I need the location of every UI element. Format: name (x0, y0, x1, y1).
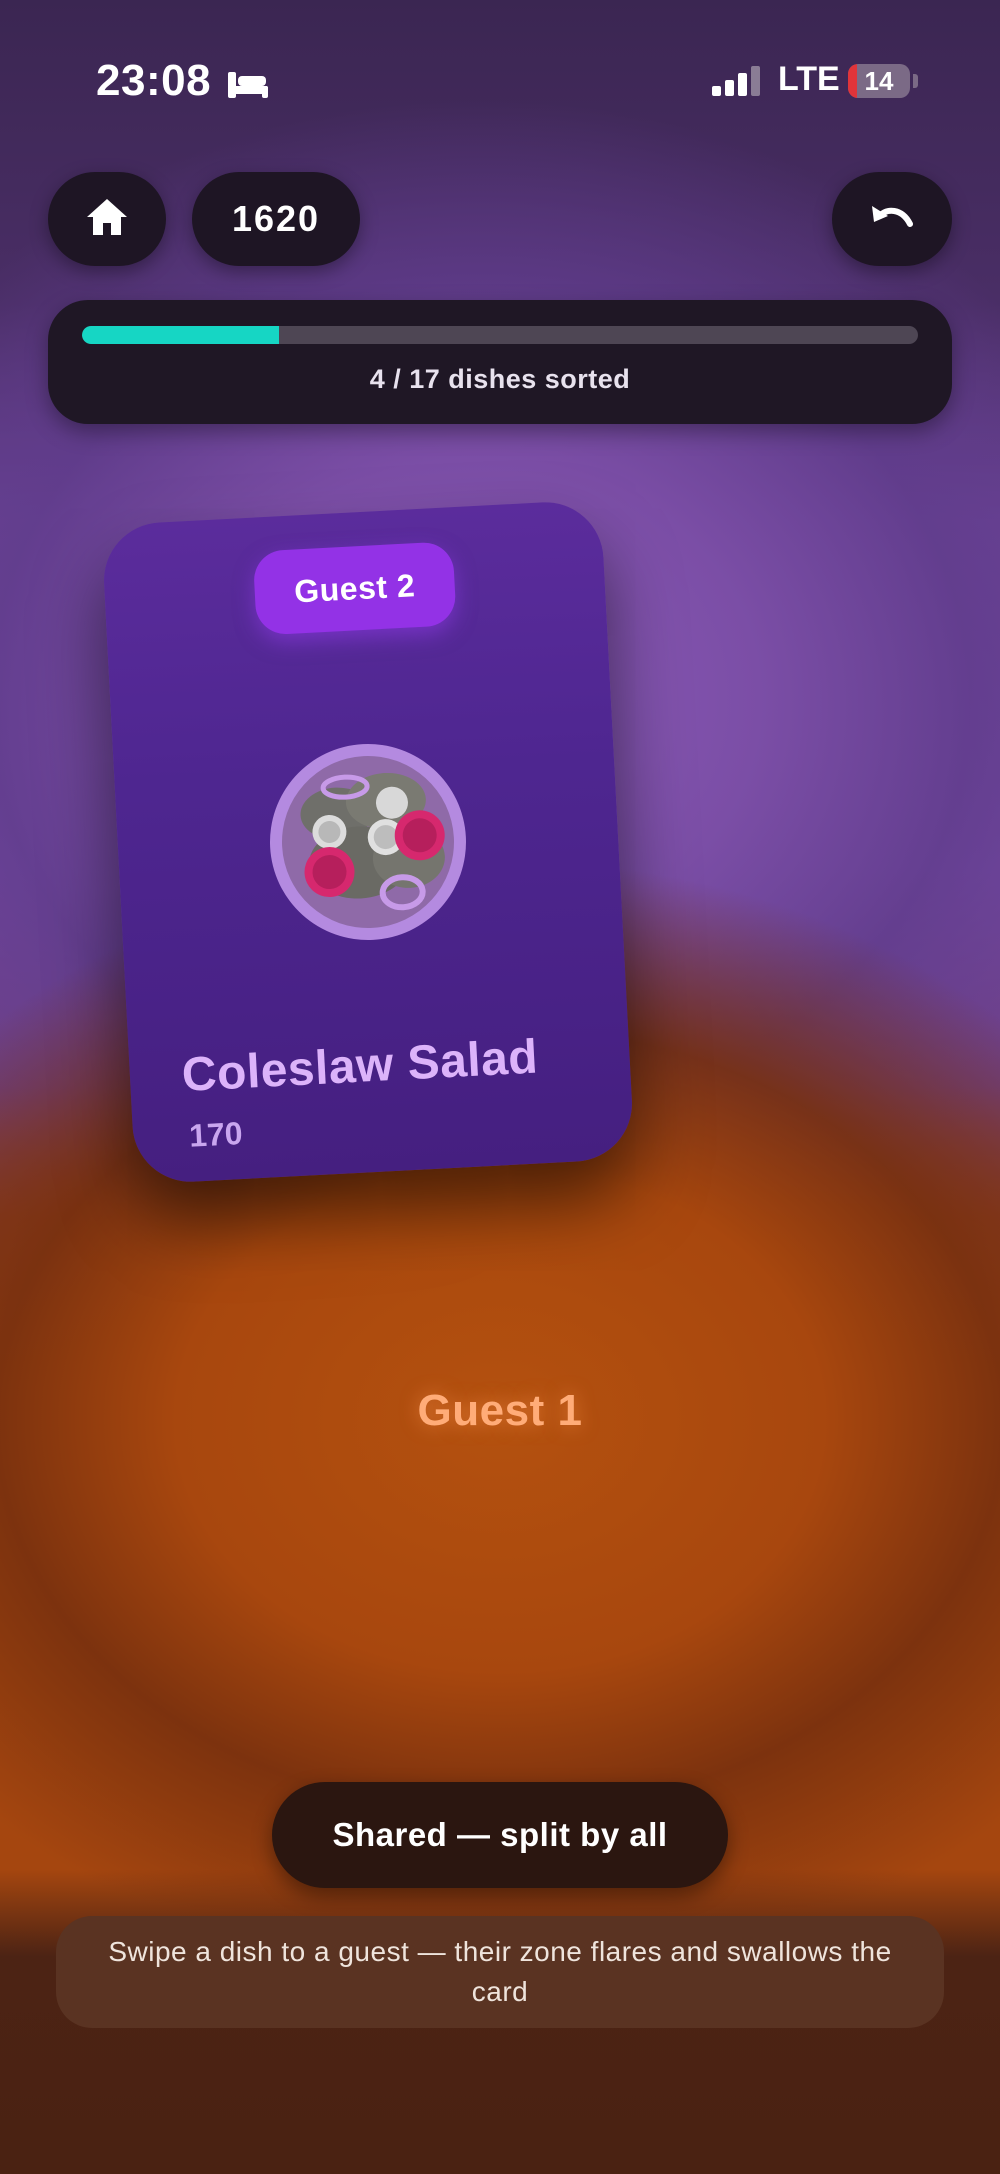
battery-tip (913, 74, 918, 88)
battery-icon: 14 (848, 64, 910, 98)
home-button[interactable] (48, 172, 166, 266)
status-time: 23:08 (96, 56, 212, 105)
guest-zone-label[interactable]: Guest 1 (0, 1386, 1000, 1436)
progress-fill (82, 326, 279, 344)
battery-level: 14 (864, 66, 894, 96)
progress-panel: 4 / 17 dishes sorted (48, 300, 952, 424)
home-icon (85, 197, 129, 242)
score-display: 1620 (192, 172, 360, 266)
dish-price: 170 (188, 1114, 244, 1154)
network-type: LTE (778, 60, 840, 98)
guest-tag: Guest 2 (252, 541, 457, 636)
hint-text: Swipe a dish to a guest — their zone fla… (108, 1936, 892, 2007)
progress-bar (82, 326, 918, 344)
hint-box: Swipe a dish to a guest — their zone fla… (56, 1916, 944, 2028)
cellular-signal-icon (712, 66, 762, 101)
shared-split-button[interactable]: Shared — split by all (272, 1782, 728, 1888)
dish-name: Coleslaw Salad (180, 1030, 540, 1103)
status-bar: 23:08 LTE 14 (0, 0, 1000, 160)
bed-icon (226, 70, 270, 105)
salad-bowl-icon (263, 737, 473, 947)
dish-card[interactable]: Guest 2 Coleslaw Salad 170 (101, 499, 635, 1185)
undo-icon (868, 200, 916, 239)
undo-button[interactable] (832, 172, 952, 266)
progress-label: 4 / 17 dishes sorted (369, 364, 631, 394)
